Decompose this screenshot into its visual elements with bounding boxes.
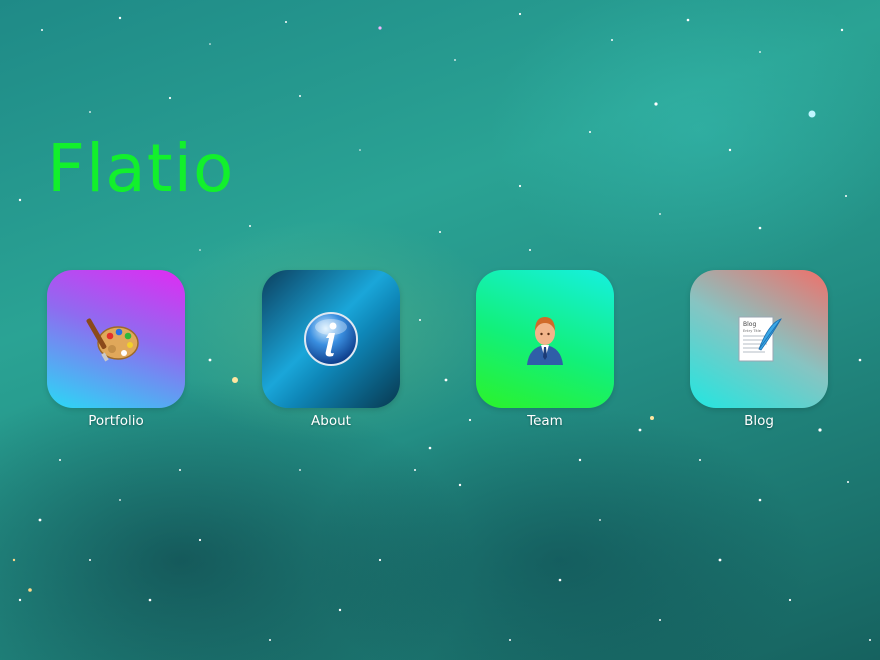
- tile-team-label[interactable]: Team: [476, 413, 614, 429]
- tile-blog[interactable]: Blog Entry Title Blog: [690, 270, 828, 429]
- palette-icon: [86, 309, 146, 369]
- tile-about-label[interactable]: About: [262, 413, 400, 429]
- tile-about-box[interactable]: [262, 270, 400, 408]
- tile-portfolio-label[interactable]: Portfolio: [47, 413, 185, 429]
- tile-team[interactable]: Team: [476, 270, 614, 429]
- svg-text:Entry Title: Entry Title: [743, 329, 761, 333]
- svg-text:Blog: Blog: [743, 321, 756, 328]
- tile-about[interactable]: About: [262, 270, 400, 429]
- user-icon: [515, 309, 575, 369]
- tile-portfolio-box[interactable]: [47, 270, 185, 408]
- info-icon: [301, 309, 361, 369]
- tile-blog-box[interactable]: Blog Entry Title: [690, 270, 828, 408]
- tile-team-box[interactable]: [476, 270, 614, 408]
- tile-portfolio[interactable]: Portfolio: [47, 270, 185, 429]
- site-title: Flatio: [47, 130, 235, 207]
- tile-blog-label[interactable]: Blog: [690, 413, 828, 429]
- document-quill-icon: Blog Entry Title: [729, 309, 789, 369]
